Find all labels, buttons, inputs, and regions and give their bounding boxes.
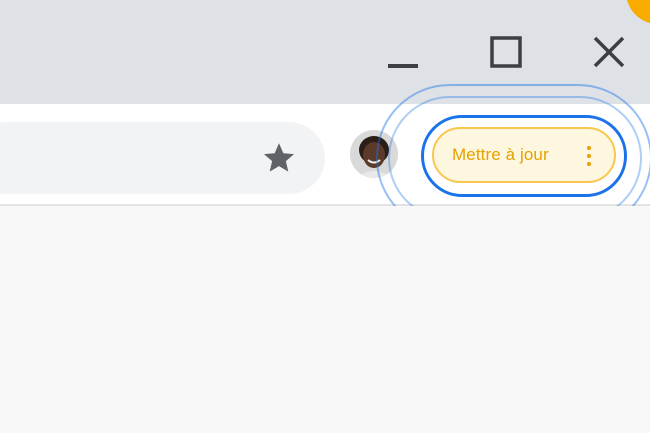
minimize-button[interactable]	[378, 28, 428, 76]
page-content	[0, 206, 650, 433]
close-button[interactable]	[584, 28, 634, 76]
corner-accent	[626, 0, 650, 24]
title-bar	[0, 0, 650, 104]
update-button[interactable]: Mettre à jour	[432, 127, 616, 183]
bookmark-star-button[interactable]	[258, 137, 300, 179]
star-icon	[264, 143, 294, 172]
profile-photo	[350, 130, 398, 178]
profile-avatar[interactable]	[350, 130, 398, 178]
minimize-icon	[388, 64, 418, 68]
maximize-icon	[490, 36, 522, 68]
maximize-button[interactable]	[481, 28, 531, 76]
kebab-menu-icon[interactable]	[586, 146, 592, 166]
close-icon	[593, 36, 625, 68]
update-button-label: Mettre à jour	[452, 145, 549, 164]
